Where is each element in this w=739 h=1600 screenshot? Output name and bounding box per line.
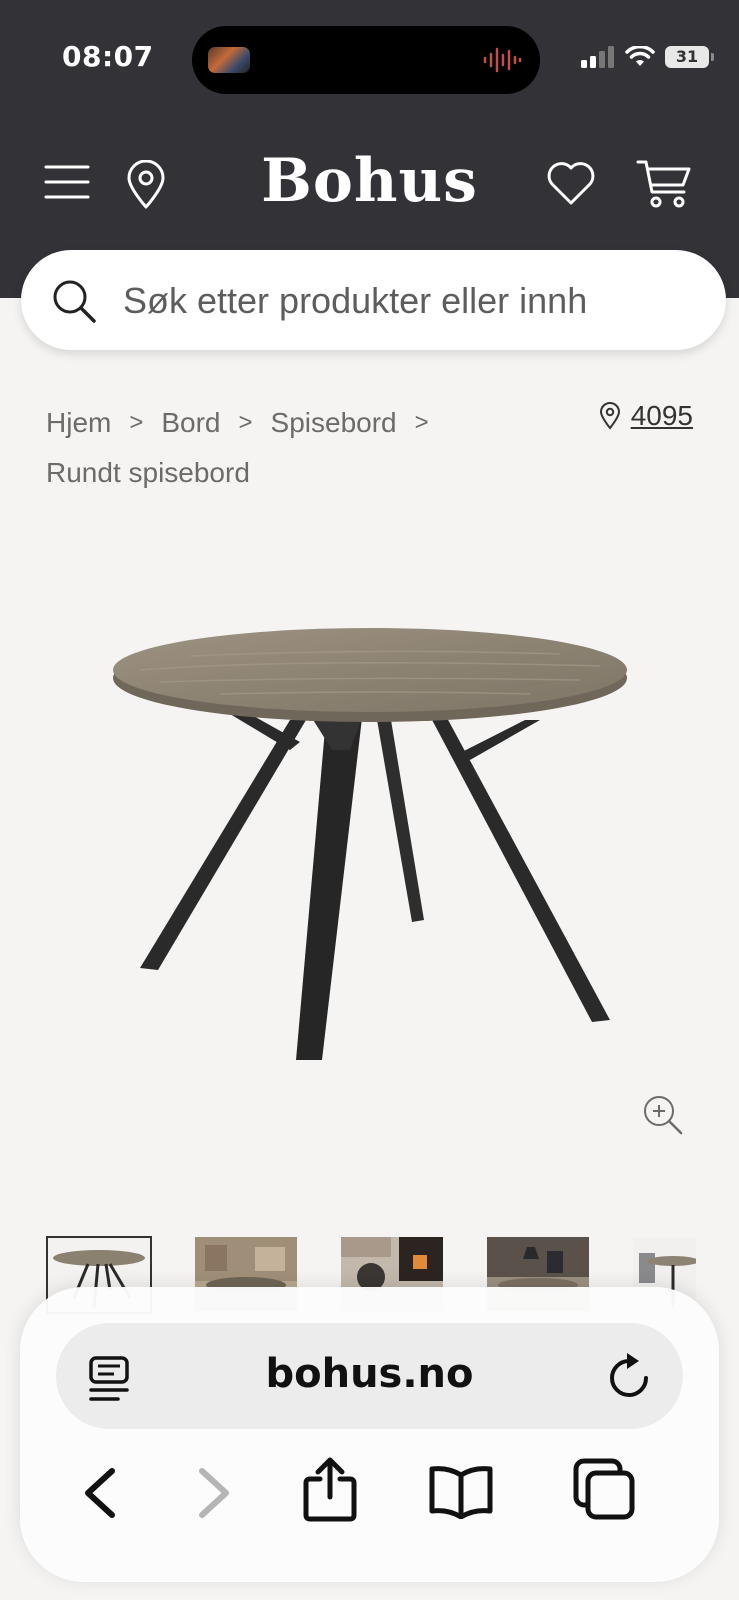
breadcrumb-item-bord[interactable]: Bord [161,398,220,448]
bohus-logo[interactable]: Bohus [0,146,739,216]
breadcrumb-item-spisebord[interactable]: Spisebord [271,398,397,448]
battery-indicator: 31 [665,46,714,68]
breadcrumb-separator: > [414,409,429,436]
reload-icon[interactable] [607,1353,651,1401]
zoom-in-icon[interactable] [642,1094,684,1136]
status-icons: 31 [581,46,714,68]
breadcrumb-item-hjem[interactable]: Hjem [46,398,111,448]
heart-icon[interactable] [546,160,596,206]
store-location-link[interactable]: 4095 [599,400,693,432]
search-bar[interactable] [21,250,726,350]
breadcrumb-item-current: Rundt spisebord [46,457,250,488]
cart-icon[interactable] [636,158,692,210]
cellular-signal-icon [581,46,614,68]
product-image[interactable] [100,620,640,1090]
breadcrumb-separator: > [238,409,253,436]
search-icon [53,280,96,323]
store-postal-code: 4095 [630,400,693,431]
share-icon[interactable] [302,1457,358,1523]
audio-wave-icon [483,47,522,73]
location-pin-icon [599,402,620,430]
tabs-icon[interactable] [572,1457,636,1521]
status-time: 08:07 [62,40,154,73]
search-input[interactable] [121,272,705,330]
back-icon[interactable] [78,1465,122,1521]
breadcrumb-separator: > [129,409,144,436]
now-playing-artwork [208,47,250,73]
url-text: bohus.no [265,1351,474,1397]
forward-icon[interactable] [192,1465,236,1521]
browser-toolbar-panel: bohus.no [20,1287,719,1582]
dynamic-island [192,26,540,94]
address-bar[interactable]: bohus.no [56,1323,683,1429]
bookmarks-icon[interactable] [428,1463,494,1519]
breadcrumb: Hjem > Bord > Spisebord > Rundt spisebord [46,398,606,498]
wifi-icon [625,46,655,66]
